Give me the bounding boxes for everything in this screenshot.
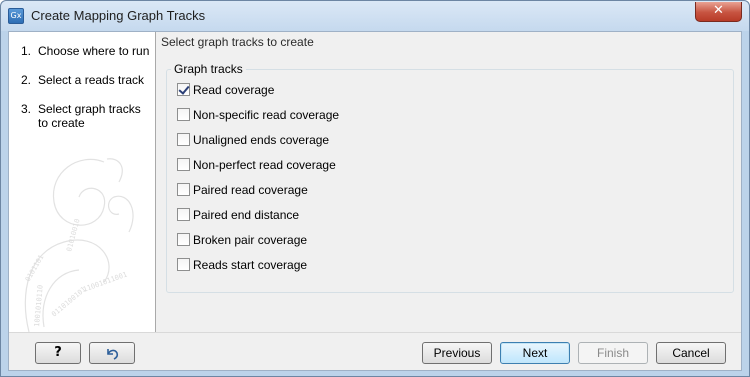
app-icon: Gx — [8, 8, 24, 24]
svg-text:11001011001: 11001011001 — [82, 271, 128, 294]
wizard-steps-panel: 1. Choose where to run 2. Select a reads… — [9, 32, 156, 332]
help-button[interactable]: ? — [35, 342, 81, 364]
checkbox-label: Reads start coverage — [193, 258, 308, 272]
checkbox[interactable] — [177, 108, 190, 121]
step-number: 3. — [21, 102, 32, 116]
checkbox-label: Unaligned ends coverage — [193, 133, 330, 147]
checkbox-label: Non-specific read coverage — [193, 108, 340, 122]
checkbox[interactable] — [177, 83, 190, 96]
window-title: Create Mapping Graph Tracks — [31, 8, 206, 23]
content-header: Select graph tracks to create — [161, 35, 314, 49]
checkbox[interactable] — [177, 233, 190, 246]
checkbox[interactable] — [177, 158, 190, 171]
step-label: Select graph tracks to create — [38, 102, 141, 130]
dialog-body: 1. Choose where to run 2. Select a reads… — [8, 31, 742, 371]
finish-button[interactable]: Finish — [578, 342, 648, 364]
svg-text:01010010: 01010010 — [65, 218, 81, 253]
step-label: Choose where to run — [38, 44, 150, 58]
reset-button[interactable] — [89, 342, 135, 364]
binary-swirl-decoration: 01010010 11001011001 0101101 1001010110 … — [24, 158, 134, 332]
checkbox[interactable] — [177, 183, 190, 196]
svg-text:0101101: 0101101 — [24, 253, 46, 283]
checkbox-label: Broken pair coverage — [193, 233, 308, 247]
cancel-button[interactable]: Cancel — [656, 342, 726, 364]
content-panel: Select graph tracks to create Graph trac… — [157, 32, 741, 332]
checkbox[interactable] — [177, 258, 190, 271]
checkbox[interactable] — [177, 133, 190, 146]
svg-text:0110100101: 0110100101 — [50, 285, 87, 318]
checkbox-label: Paired end distance — [193, 208, 300, 222]
checkbox-label: Paired read coverage — [193, 183, 308, 197]
checkbox-label: Read coverage — [193, 83, 275, 97]
group-title: Graph tracks — [171, 62, 246, 76]
title-bar[interactable]: Gx Create Mapping Graph Tracks ✕ — [1, 1, 749, 31]
step-label: Select a reads track — [38, 73, 145, 87]
reset-arrow-icon — [107, 349, 119, 360]
step-number: 1. — [21, 44, 32, 58]
dialog-window: Gx Create Mapping Graph Tracks ✕ 1. Choo… — [0, 0, 750, 377]
close-button[interactable]: ✕ — [695, 2, 742, 22]
next-button[interactable]: Next — [500, 342, 570, 364]
checkbox[interactable] — [177, 208, 190, 221]
button-bar: ? Previous Next Finish Cancel — [9, 332, 741, 370]
step-number: 2. — [21, 73, 32, 87]
previous-button[interactable]: Previous — [422, 342, 492, 364]
checkbox-label: Non-perfect read coverage — [193, 158, 336, 172]
